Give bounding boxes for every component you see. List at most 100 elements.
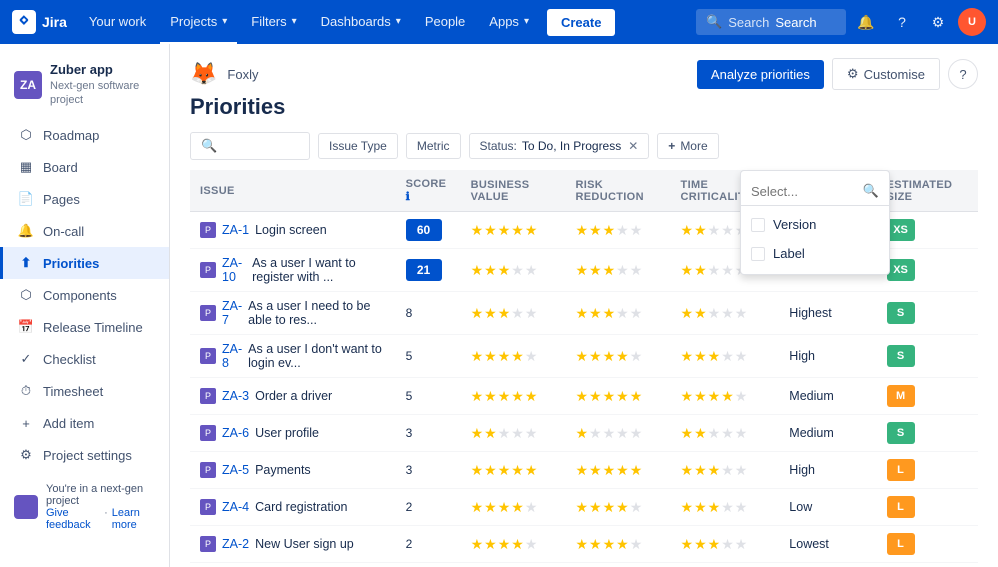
label-checkbox[interactable]	[751, 247, 765, 261]
issue-id[interactable]: ZA-10	[222, 256, 246, 284]
bv-cell[interactable]: ★★★★★	[461, 489, 566, 526]
issue-title: As a user I don't want to login ev...	[248, 342, 385, 370]
status-filter[interactable]: Status: To Do, In Progress ✕	[469, 133, 650, 159]
version-checkbox[interactable]	[751, 218, 765, 232]
score-cell: 21	[396, 249, 461, 292]
sidebar-item-roadmap[interactable]: ⬡ Roadmap	[0, 119, 169, 151]
bv-cell[interactable]: ★★★★★	[461, 212, 566, 249]
rr-cell[interactable]: ★★★★★	[565, 292, 670, 335]
issue-cell: P ZA-3 Order a driver	[190, 378, 396, 415]
rr-cell[interactable]: ★★★★★	[565, 415, 670, 452]
status-label: Status:	[480, 139, 517, 153]
issue-title: User profile	[255, 426, 319, 440]
bv-cell[interactable]: ★★★★★	[461, 526, 566, 563]
customise-button[interactable]: ⚙ Customise	[832, 58, 940, 90]
issue-id[interactable]: ZA-3	[222, 389, 249, 403]
issue-id[interactable]: ZA-7	[222, 299, 242, 327]
sidebar-item-board[interactable]: ▦ Board	[0, 151, 169, 183]
tc-cell[interactable]: ★★★★★	[671, 335, 780, 378]
more-filter[interactable]: + More	[657, 133, 718, 159]
issue-cell: P ZA-8 As a user I don't want to login e…	[190, 335, 396, 378]
score-cell: 2	[396, 489, 461, 526]
rr-cell[interactable]: ★★★★★	[565, 378, 670, 415]
give-feedback-link[interactable]: Give feedback	[46, 507, 100, 531]
user-avatar[interactable]: U	[958, 8, 986, 36]
sidebar-item-components[interactable]: ⬡ Components	[0, 279, 169, 311]
nav-your-work[interactable]: Your work	[79, 0, 156, 44]
tc-cell[interactable]: ★★★★★	[671, 378, 780, 415]
sidebar-item-oncall[interactable]: 🔔 On-call	[0, 215, 169, 247]
page-header: 🦊 Foxly	[190, 61, 258, 87]
issue-title: As a user I need to be able to res...	[248, 299, 385, 327]
rr-cell[interactable]: ★★★★★	[565, 489, 670, 526]
size-badge: XS	[887, 259, 915, 281]
rr-cell[interactable]: ★★★★★	[565, 563, 670, 567]
size-badge: L	[887, 533, 915, 555]
settings-button[interactable]: ⚙	[922, 6, 954, 38]
rr-cell[interactable]: ★★★★★	[565, 249, 670, 292]
bv-cell[interactable]: ★★★★★	[461, 452, 566, 489]
topnav-icons: 🔔 ? ⚙ U	[850, 6, 986, 38]
sidebar-item-add-item[interactable]: + Add item	[0, 407, 169, 439]
sidebar-item-timesheet[interactable]: ⏱ Timesheet	[0, 375, 169, 407]
issue-type-filter[interactable]: Issue Type	[318, 133, 398, 159]
issue-id[interactable]: ZA-5	[222, 463, 249, 477]
sidebar-item-project-settings[interactable]: ⚙ Project settings	[0, 439, 169, 471]
help-button[interactable]: ?	[886, 6, 918, 38]
dropdown-item-version[interactable]: Version	[741, 210, 889, 239]
sidebar-item-label: Timesheet	[43, 384, 103, 399]
issue-search[interactable]: 🔍	[190, 132, 310, 160]
create-button[interactable]: Create	[547, 9, 615, 36]
score-value: 5	[406, 349, 413, 363]
nav-filters[interactable]: Filters▾	[241, 0, 306, 44]
sidebar-item-release-timeline[interactable]: 📅 Release Timeline	[0, 311, 169, 343]
score-cell: 2	[396, 526, 461, 563]
issue-id[interactable]: ZA-1	[222, 223, 249, 237]
bv-cell[interactable]: ★★★★★	[461, 563, 566, 567]
app-logo[interactable]: Jira	[12, 10, 67, 34]
bv-cell[interactable]: ★★★★★	[461, 378, 566, 415]
tc-cell[interactable]: ★★★★★	[671, 489, 780, 526]
col-risk-reduction: Risk reduction	[565, 170, 670, 212]
global-search[interactable]: 🔍 Search Search	[696, 9, 846, 35]
help-button[interactable]: ?	[948, 59, 978, 89]
rr-cell[interactable]: ★★★★★	[565, 526, 670, 563]
bv-cell[interactable]: ★★★★★	[461, 335, 566, 378]
analyze-priorities-button[interactable]: Analyze priorities	[697, 60, 824, 89]
sidebar-item-priorities[interactable]: ⬆ Priorities	[0, 247, 169, 279]
score-value: 60	[406, 219, 442, 241]
bv-cell[interactable]: ★★★★★	[461, 249, 566, 292]
nav-dashboards[interactable]: Dashboards▾	[311, 0, 411, 44]
col-estimated-size: Estimated size	[877, 170, 978, 212]
issue-id[interactable]: ZA-2	[222, 537, 249, 551]
nav-projects[interactable]: Projects▾	[160, 0, 237, 44]
metric-filter[interactable]: Metric	[406, 133, 461, 159]
nav-apps[interactable]: Apps▾	[479, 0, 539, 44]
issue-id[interactable]: ZA-6	[222, 426, 249, 440]
tc-cell[interactable]: ★★★★★	[671, 563, 780, 567]
tc-cell[interactable]: ★★★★★	[671, 526, 780, 563]
notifications-button[interactable]: 🔔	[850, 6, 882, 38]
table-row: P ZA-2 New User sign up 2 ★★★★★ ★★★★★ ★★…	[190, 526, 978, 563]
nav-people[interactable]: People	[415, 0, 475, 44]
issue-id[interactable]: ZA-4	[222, 500, 249, 514]
learn-more-link[interactable]: Learn more	[112, 507, 155, 531]
sidebar: ZA Zuber app Next-gen software project ⬡…	[0, 44, 170, 567]
tc-cell[interactable]: ★★★★★	[671, 415, 780, 452]
size-badge: L	[887, 496, 915, 518]
rr-cell[interactable]: ★★★★★	[565, 212, 670, 249]
rr-cell[interactable]: ★★★★★	[565, 452, 670, 489]
bv-cell[interactable]: ★★★★★	[461, 292, 566, 335]
rr-cell[interactable]: ★★★★★	[565, 335, 670, 378]
sidebar-item-checklist[interactable]: ✓ Checklist	[0, 343, 169, 375]
sidebar-item-pages[interactable]: 📄 Pages	[0, 183, 169, 215]
bv-cell[interactable]: ★★★★★	[461, 415, 566, 452]
dropdown-search-input[interactable]	[751, 184, 858, 199]
issue-icon: P	[200, 536, 216, 552]
status-clear[interactable]: ✕	[628, 139, 638, 153]
issue-id[interactable]: ZA-8	[222, 342, 242, 370]
tc-cell[interactable]: ★★★★★	[671, 452, 780, 489]
tc-cell[interactable]: ★★★★★	[671, 292, 780, 335]
dropdown-item-label[interactable]: Label	[741, 239, 889, 268]
sidebar-project[interactable]: ZA Zuber app Next-gen software project	[0, 52, 169, 119]
